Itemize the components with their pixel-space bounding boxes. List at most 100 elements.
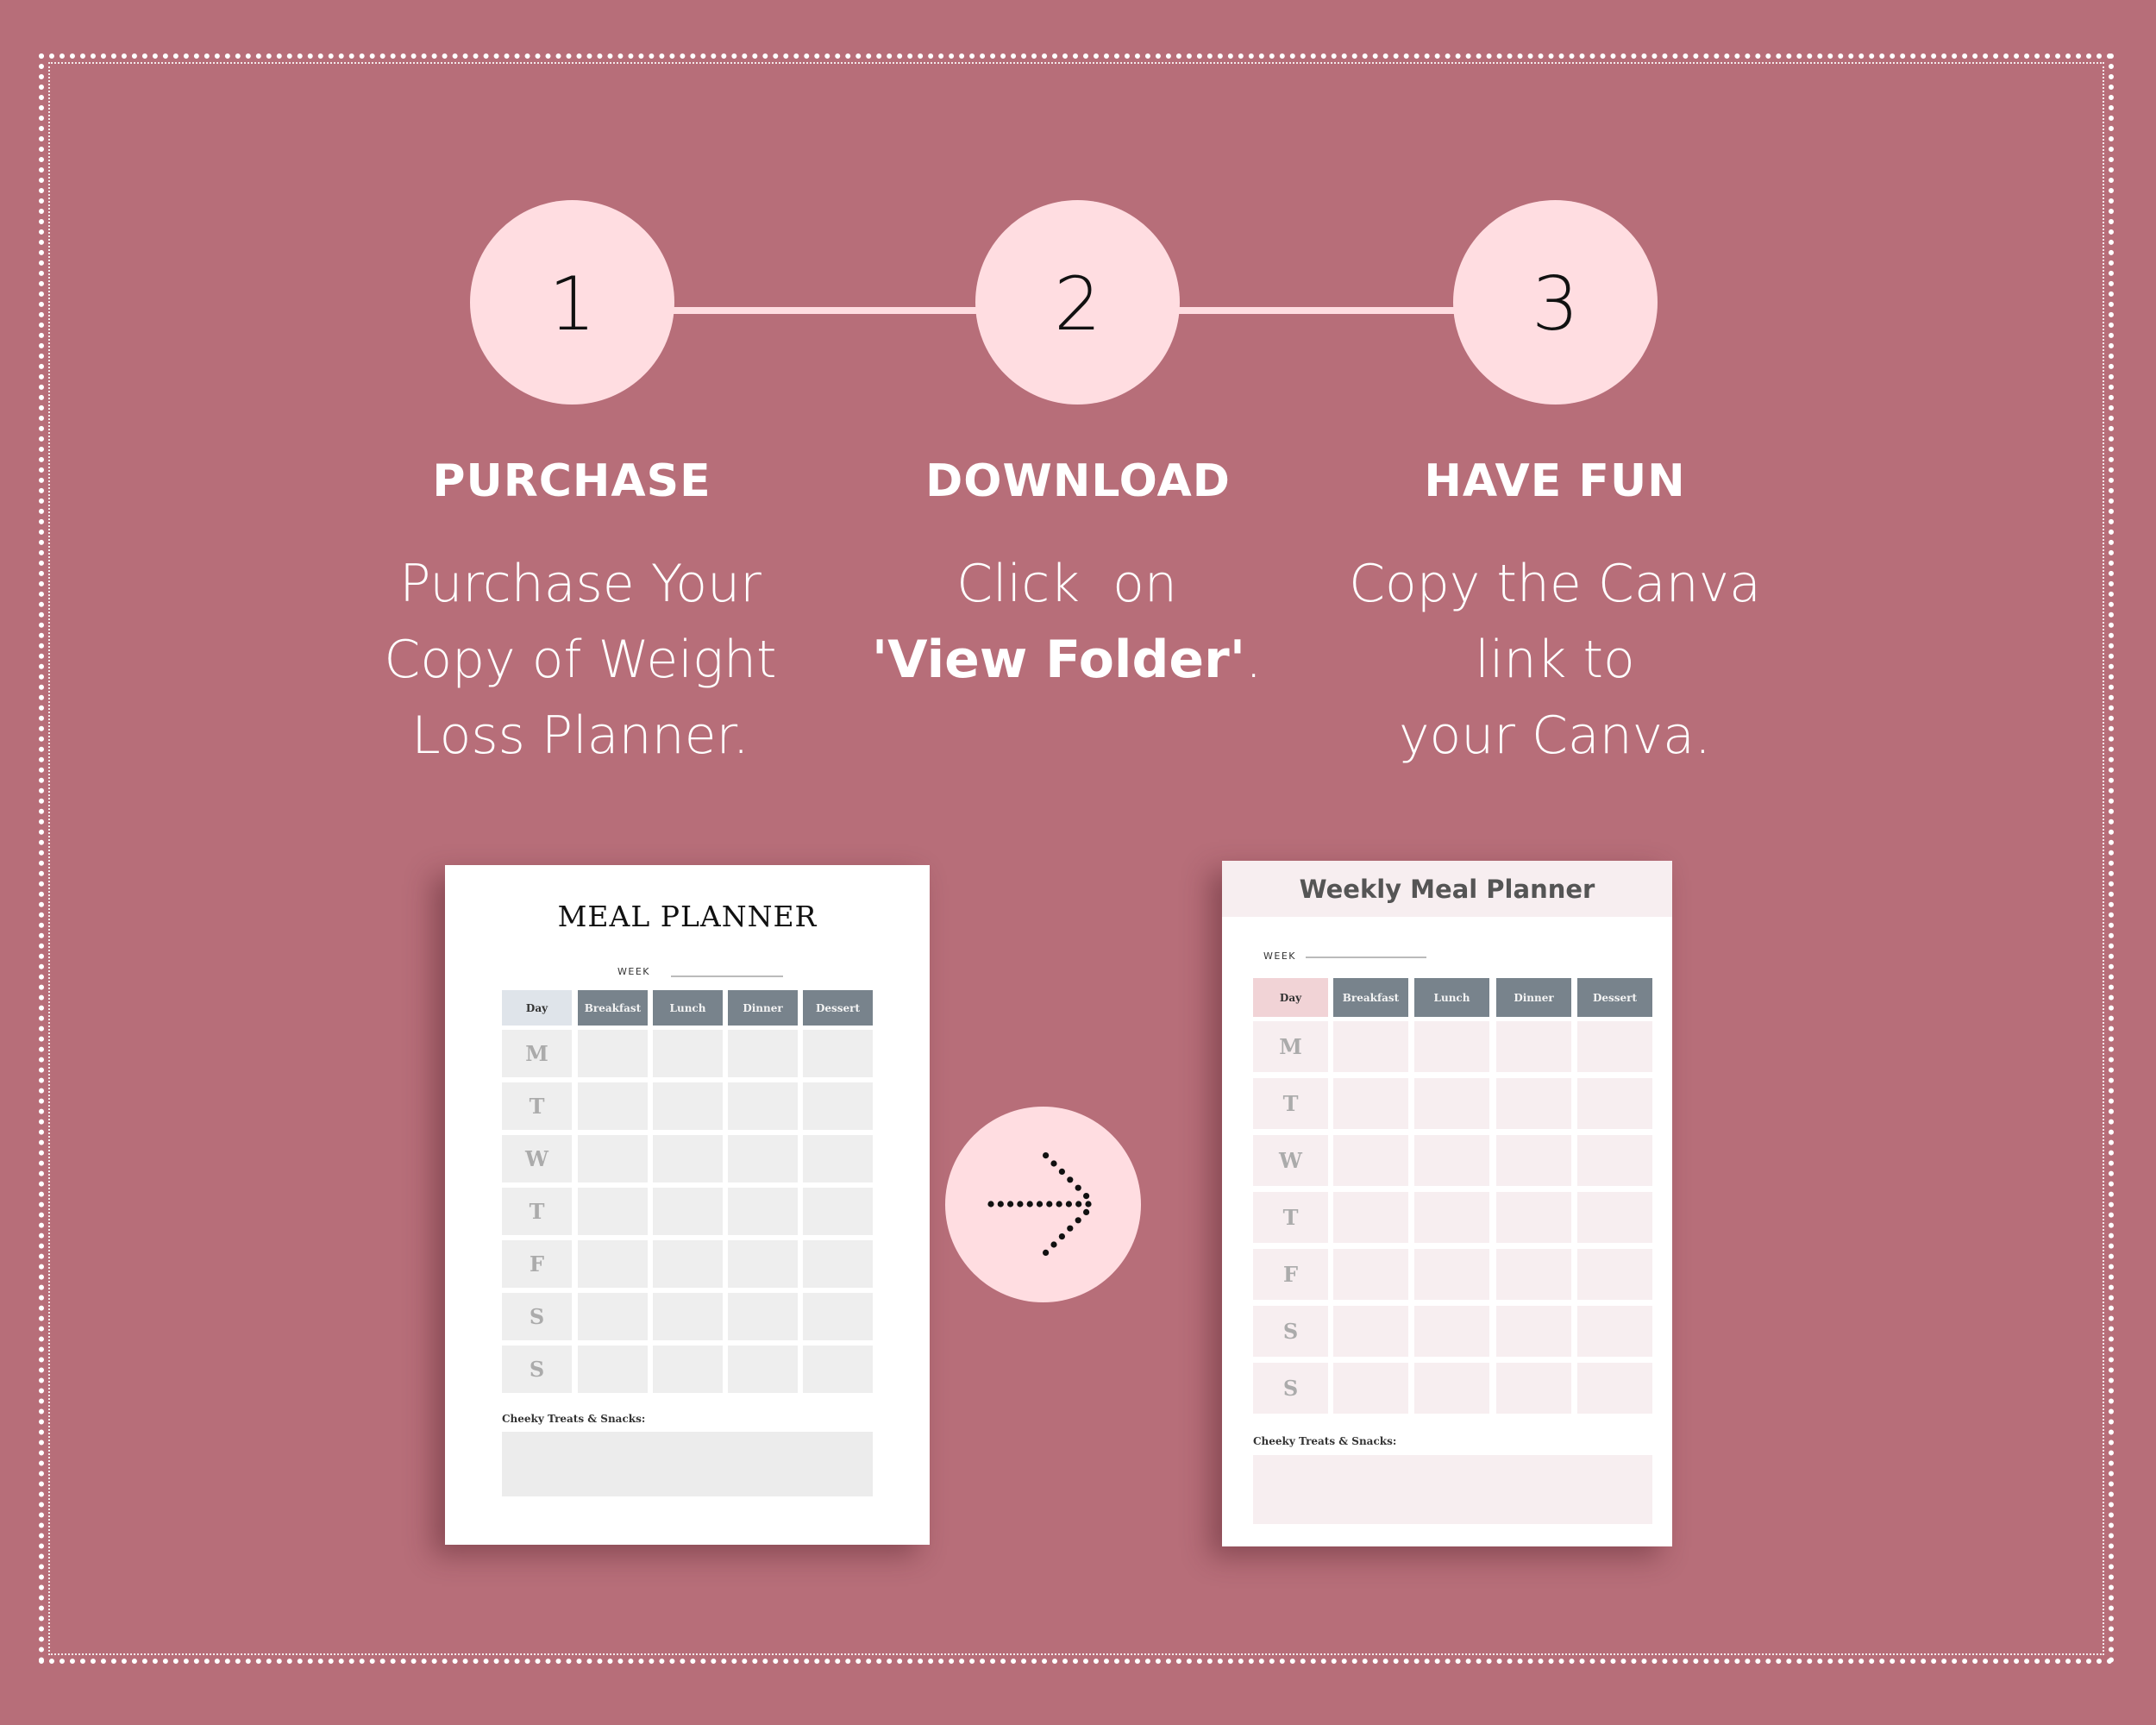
snacks-label: Cheeky Treats & Snacks: bbox=[502, 1413, 646, 1425]
week-label: WEEK bbox=[1263, 950, 1296, 962]
step-1-line-2: Copy of Weight bbox=[384, 630, 777, 690]
snacks-notes-box[interactable] bbox=[1253, 1455, 1652, 1524]
meal-cell[interactable] bbox=[578, 1346, 648, 1393]
day-label-cell: S bbox=[1253, 1363, 1328, 1414]
meal-cell[interactable] bbox=[1414, 1192, 1489, 1243]
meal-cell[interactable] bbox=[728, 1293, 798, 1340]
meal-cell[interactable] bbox=[803, 1240, 873, 1288]
meal-cell[interactable] bbox=[578, 1293, 648, 1340]
meal-cell[interactable] bbox=[1333, 1192, 1408, 1243]
meal-cell[interactable] bbox=[1333, 1021, 1408, 1072]
meal-cell[interactable] bbox=[1414, 1021, 1489, 1072]
meal-cell[interactable] bbox=[1414, 1078, 1489, 1129]
meal-cell[interactable] bbox=[653, 1135, 723, 1182]
arrow-dot bbox=[1026, 1201, 1033, 1208]
dotted-arrow-right-icon bbox=[987, 1152, 1092, 1256]
arrow-dot bbox=[997, 1201, 1004, 1208]
day-label-cell: S bbox=[1253, 1306, 1328, 1357]
meal-cell[interactable] bbox=[1496, 1249, 1571, 1300]
meal-cell[interactable] bbox=[1577, 1192, 1652, 1243]
planner-title: MEAL PLANNER bbox=[557, 900, 818, 933]
meal-cell[interactable] bbox=[1496, 1192, 1571, 1243]
meal-cell[interactable] bbox=[728, 1240, 798, 1288]
meal-cell[interactable] bbox=[653, 1346, 723, 1393]
meal-cell[interactable] bbox=[1333, 1078, 1408, 1129]
column-header-dinner: Dinner bbox=[728, 990, 798, 1026]
arrow-dot bbox=[987, 1201, 994, 1208]
meal-cell[interactable] bbox=[728, 1082, 798, 1130]
day-label-cell: T bbox=[1253, 1192, 1328, 1243]
meal-cell[interactable] bbox=[1333, 1306, 1408, 1357]
meal-cell[interactable] bbox=[1414, 1306, 1489, 1357]
meal-cell[interactable] bbox=[578, 1135, 648, 1182]
meal-cell[interactable] bbox=[1333, 1363, 1408, 1414]
meal-cell[interactable] bbox=[1577, 1249, 1652, 1300]
meal-cell[interactable] bbox=[653, 1188, 723, 1235]
arrow-dot bbox=[1065, 1201, 1072, 1208]
arrow-dot bbox=[1058, 1168, 1065, 1175]
arrow-dot bbox=[1075, 1217, 1081, 1224]
meal-cell[interactable] bbox=[1577, 1363, 1652, 1414]
step-2-line-2: 'View Folder'. bbox=[808, 622, 1326, 698]
meal-cell[interactable] bbox=[803, 1188, 873, 1235]
arrow-dot bbox=[1067, 1225, 1074, 1232]
step-1-description: Purchase Your Copy of Weight Loss Planne… bbox=[322, 546, 839, 774]
meal-cell[interactable] bbox=[578, 1030, 648, 1077]
week-underline bbox=[671, 975, 783, 977]
meal-cell[interactable] bbox=[728, 1188, 798, 1235]
step-2-line-1: Click on bbox=[956, 554, 1177, 614]
meal-cell[interactable] bbox=[1333, 1249, 1408, 1300]
meal-cell[interactable] bbox=[1577, 1021, 1652, 1072]
arrow-dot bbox=[1050, 1160, 1057, 1167]
arrow-dot bbox=[1075, 1201, 1082, 1208]
meal-cell[interactable] bbox=[1577, 1306, 1652, 1357]
meal-cell[interactable] bbox=[1414, 1135, 1489, 1186]
column-header-breakfast: Breakfast bbox=[578, 990, 648, 1026]
meal-cell[interactable] bbox=[728, 1135, 798, 1182]
meal-cell[interactable] bbox=[653, 1082, 723, 1130]
meal-cell[interactable] bbox=[803, 1346, 873, 1393]
meal-cell[interactable] bbox=[578, 1188, 648, 1235]
arrow-dot bbox=[1075, 1184, 1081, 1191]
meal-cell[interactable] bbox=[1577, 1078, 1652, 1129]
meal-cell[interactable] bbox=[578, 1240, 648, 1288]
meal-cell[interactable] bbox=[1414, 1249, 1489, 1300]
meal-cell[interactable] bbox=[803, 1082, 873, 1130]
meal-cell[interactable] bbox=[1333, 1135, 1408, 1186]
column-header-dessert: Dessert bbox=[803, 990, 873, 1026]
meal-cell[interactable] bbox=[1496, 1306, 1571, 1357]
meal-cell[interactable] bbox=[728, 1030, 798, 1077]
day-label-cell: W bbox=[1253, 1135, 1328, 1186]
day-label-cell: S bbox=[502, 1346, 572, 1393]
day-label-cell: F bbox=[502, 1240, 572, 1288]
meal-cell[interactable] bbox=[1577, 1135, 1652, 1186]
step-2-description: Click on 'View Folder'. bbox=[808, 546, 1326, 698]
step-connector-2-3 bbox=[1179, 307, 1455, 314]
step-3-line-2: link to bbox=[1475, 630, 1635, 690]
step-3-heading: HAVE FUN bbox=[1424, 455, 1686, 507]
transform-arrow-circle bbox=[945, 1107, 1141, 1302]
day-label-cell: F bbox=[1253, 1249, 1328, 1300]
meal-cell[interactable] bbox=[653, 1293, 723, 1340]
meal-cell[interactable] bbox=[653, 1030, 723, 1077]
meal-cell[interactable] bbox=[803, 1293, 873, 1340]
snacks-label: Cheeky Treats & Snacks: bbox=[1253, 1435, 1397, 1447]
day-label-cell: T bbox=[502, 1188, 572, 1235]
day-label-cell: W bbox=[502, 1135, 572, 1182]
meal-cell[interactable] bbox=[803, 1030, 873, 1077]
meal-cell[interactable] bbox=[653, 1240, 723, 1288]
step-1-line-1: Purchase Your bbox=[399, 554, 761, 614]
meal-cell[interactable] bbox=[1496, 1135, 1571, 1186]
step-2-period: . bbox=[1245, 630, 1263, 690]
column-header-day: Day bbox=[1253, 978, 1328, 1017]
meal-cell[interactable] bbox=[1496, 1021, 1571, 1072]
meal-cell[interactable] bbox=[1496, 1078, 1571, 1129]
meal-cell[interactable] bbox=[803, 1135, 873, 1182]
snacks-notes-box[interactable] bbox=[502, 1432, 873, 1496]
meal-cell[interactable] bbox=[1414, 1363, 1489, 1414]
meal-cell[interactable] bbox=[728, 1346, 798, 1393]
meal-cell[interactable] bbox=[1496, 1363, 1571, 1414]
step-connector-1-2 bbox=[673, 307, 976, 314]
planner-preview-after: Weekly Meal Planner WEEK Day Breakfast Lun… bbox=[1222, 861, 1672, 1546]
meal-cell[interactable] bbox=[578, 1082, 648, 1130]
